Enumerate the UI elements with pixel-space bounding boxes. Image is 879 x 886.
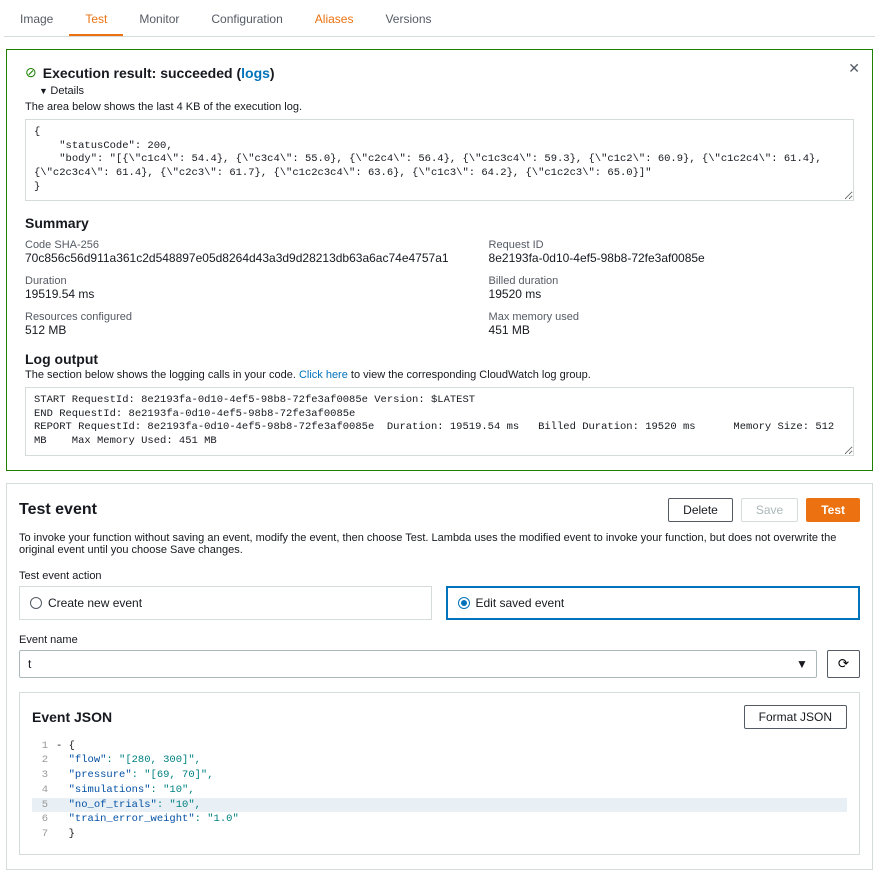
execution-result-panel: ✕ ⊘ Execution result: succeeded (logs) D… <box>6 49 873 471</box>
close-icon[interactable]: ✕ <box>848 60 860 77</box>
editor-line[interactable]: 7 } <box>32 827 847 842</box>
action-label: Test event action <box>19 570 860 582</box>
log-output-body[interactable]: START RequestId: 8e2193fa-0d10-4ef5-98b8… <box>25 387 854 456</box>
summary-heading: Summary <box>25 215 854 231</box>
duration-value: 19519.54 ms <box>25 287 449 301</box>
cloudwatch-link[interactable]: Click here <box>299 369 348 381</box>
tabs-bar: Image Test Monitor Configuration Aliases… <box>4 4 875 37</box>
test-event-title: Test event <box>19 501 97 519</box>
request-id-label: Request ID <box>489 239 854 251</box>
execution-log-desc: The area below shows the last 4 KB of th… <box>25 101 854 113</box>
test-button[interactable]: Test <box>806 498 860 522</box>
editor-line[interactable]: 6 "train_error_weight": "1.0" <box>32 812 847 827</box>
refresh-button[interactable]: ⟳ <box>827 650 860 678</box>
sha-label: Code SHA-256 <box>25 239 449 251</box>
event-name-label: Event name <box>19 634 860 646</box>
max-memory-label: Max memory used <box>489 311 854 323</box>
billed-duration-value: 19520 ms <box>489 287 854 301</box>
duration-label: Duration <box>25 275 449 287</box>
refresh-icon: ⟳ <box>838 656 849 671</box>
editor-line[interactable]: 3 "pressure": "[69, 70]", <box>32 768 847 783</box>
radio-icon <box>458 597 470 609</box>
billed-duration-label: Billed duration <box>489 275 854 287</box>
logs-link[interactable]: logs <box>241 65 270 81</box>
save-button[interactable]: Save <box>741 498 798 522</box>
success-check-icon: ⊘ <box>25 64 37 81</box>
radio-icon <box>30 597 42 609</box>
editor-line[interactable]: 4 "simulations": "10", <box>32 783 847 798</box>
resources-value: 512 MB <box>25 323 449 337</box>
delete-button[interactable]: Delete <box>668 498 733 522</box>
create-new-event-radio[interactable]: Create new event <box>19 586 432 620</box>
summary-grid: Code SHA-256 70c856c56d911a361c2d548897e… <box>25 239 854 337</box>
json-editor[interactable]: 1- {2 "flow": "[280, 300]",3 "pressure":… <box>32 739 847 842</box>
resources-label: Resources configured <box>25 311 449 323</box>
editor-line[interactable]: 5 "no_of_trials": "10", <box>32 798 847 813</box>
format-json-button[interactable]: Format JSON <box>744 705 847 729</box>
sha-value: 70c856c56d911a361c2d548897e05d8264d43a3d… <box>25 251 449 265</box>
tab-monitor[interactable]: Monitor <box>123 4 195 36</box>
max-memory-value: 451 MB <box>489 323 854 337</box>
request-id-value: 8e2193fa-0d10-4ef5-98b8-72fe3af0085e <box>489 251 854 265</box>
tab-aliases[interactable]: Aliases <box>299 4 370 36</box>
result-title: Execution result: succeeded (logs) <box>43 65 275 81</box>
event-json-title: Event JSON <box>32 709 112 725</box>
log-output-desc: The section below shows the logging call… <box>25 369 854 381</box>
editor-line[interactable]: 2 "flow": "[280, 300]", <box>32 753 847 768</box>
event-json-panel: Event JSON Format JSON 1- {2 "flow": "[2… <box>19 692 860 855</box>
event-name-select[interactable]: t ▼ <box>19 650 817 678</box>
response-body[interactable]: { "statusCode": 200, "body": "[{\"c1c4\"… <box>25 119 854 201</box>
test-event-panel: Test event Delete Save Test To invoke yo… <box>6 483 873 870</box>
edit-saved-event-radio[interactable]: Edit saved event <box>446 586 861 620</box>
chevron-down-icon: ▼ <box>796 657 808 671</box>
tab-versions[interactable]: Versions <box>369 4 447 36</box>
editor-line[interactable]: 1- { <box>32 739 847 754</box>
tab-configuration[interactable]: Configuration <box>195 4 298 36</box>
test-event-description: To invoke your function without saving a… <box>19 532 860 556</box>
tab-test[interactable]: Test <box>69 4 123 36</box>
log-output-heading: Log output <box>25 351 854 367</box>
details-toggle[interactable]: Details <box>39 85 854 97</box>
tab-image[interactable]: Image <box>4 4 69 36</box>
